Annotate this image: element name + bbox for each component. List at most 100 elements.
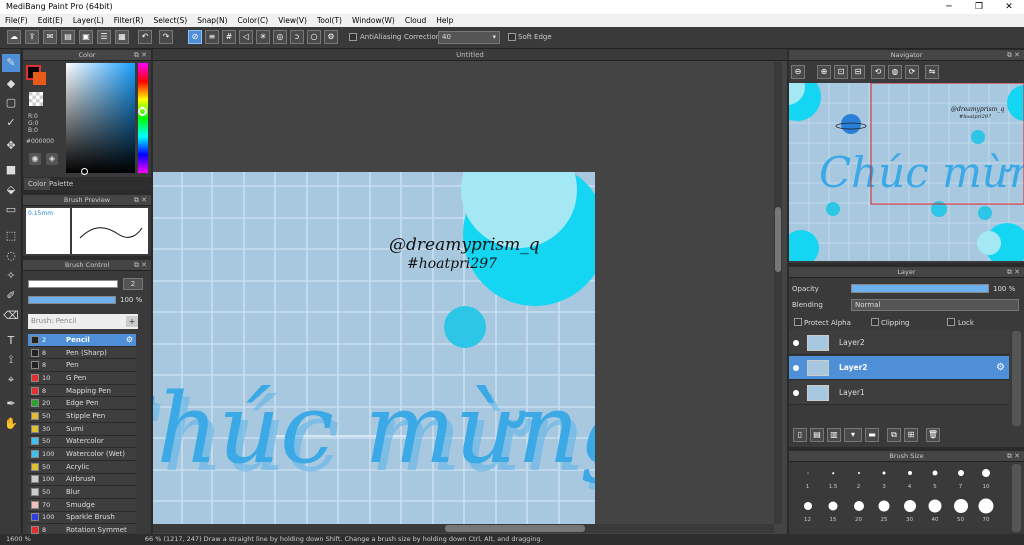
marquee-tool-icon[interactable]: ⬚: [2, 227, 20, 245]
panel-close-icon[interactable]: ⧉ ✕: [134, 50, 147, 61]
horizontal-scroll-thumb[interactable]: [445, 525, 585, 532]
eyedropper-icon[interactable]: ⌖: [2, 371, 20, 389]
snap-perspective-icon[interactable]: ◁: [239, 30, 253, 44]
menu-layer[interactable]: Layer(L): [68, 14, 109, 27]
menu-color[interactable]: Color(C): [233, 14, 274, 27]
brush-size-option[interactable]: 30: [897, 497, 922, 524]
drawing-canvas[interactable]: @dreamyprism_q #hoatpri297 Chúc mừng Chú…: [153, 172, 595, 524]
merge-layer-icon[interactable]: ⊞: [904, 428, 918, 442]
menu-select[interactable]: Select(S): [148, 14, 192, 27]
brush-opacity-slider[interactable]: [28, 296, 116, 304]
brush-list-item[interactable]: 10 G Pen: [28, 372, 136, 385]
visibility-icon[interactable]: [793, 364, 799, 371]
hand-tool-icon[interactable]: ✋: [2, 415, 20, 433]
brush-size-option[interactable]: 20: [846, 497, 871, 524]
brush-list-item[interactable]: 8 Pen (Sharp): [28, 346, 136, 360]
cloud-icon[interactable]: ☁: [7, 30, 21, 44]
undo-icon[interactable]: ↶: [138, 30, 152, 44]
brush-list-item[interactable]: 8 Pen: [28, 359, 136, 373]
menu-help[interactable]: Help: [431, 14, 458, 27]
layer-settings-icon[interactable]: ⚙: [996, 362, 1005, 373]
zoom-in-icon[interactable]: ⊕: [817, 65, 831, 79]
horizontal-scrollbar[interactable]: [153, 524, 774, 533]
tab-palette[interactable]: Palette: [45, 178, 77, 190]
brush-size-input[interactable]: 2: [123, 278, 143, 290]
rotate-left-icon[interactable]: ⟲: [871, 65, 885, 79]
brush-list-item[interactable]: 50 Acrylic: [28, 460, 136, 474]
vertical-scrollbar[interactable]: [774, 62, 782, 524]
layer-row[interactable]: Layer1: [789, 381, 1009, 405]
brush-size-option[interactable]: 50: [948, 497, 973, 524]
grid-icon[interactable]: ▦: [115, 30, 129, 44]
brush-list-item[interactable]: 50 Blur: [28, 486, 136, 499]
select-pen-icon[interactable]: ✐: [2, 287, 20, 305]
new-halftone-layer-icon[interactable]: ▤: [810, 428, 824, 442]
fill-shape-icon[interactable]: ■: [2, 161, 20, 179]
snap-off-icon[interactable]: ⊘: [188, 30, 202, 44]
snap-circle-icon[interactable]: ◎: [273, 30, 287, 44]
color-wheel-icon[interactable]: ◉: [29, 153, 41, 165]
brush-list-item[interactable]: 30 Sumi: [28, 422, 136, 436]
brush-list-item[interactable]: 50 Stipple Pen: [28, 410, 136, 423]
zoom-out-icon[interactable]: ⊖: [791, 65, 805, 79]
list-icon[interactable]: ☰: [97, 30, 111, 44]
brush-list-item[interactable]: 8 Rotation Symmet: [28, 524, 136, 534]
layer-row[interactable]: Layer2: [789, 331, 1009, 355]
menu-view[interactable]: View(V): [273, 14, 312, 27]
new-layer-icon[interactable]: ▯: [793, 428, 807, 442]
visibility-icon[interactable]: [793, 389, 799, 396]
brush-size-option[interactable]: 25: [872, 497, 897, 524]
navigator-thumbnail[interactable]: @dreamyprism_q #hoatpri297 Chúc mừng: [789, 83, 1024, 261]
brush-settings-icon[interactable]: ⚙: [126, 335, 133, 344]
select-eraser-icon[interactable]: ⌫: [2, 307, 20, 325]
brush-size-option[interactable]: 3: [872, 464, 897, 491]
eraser-tool-icon[interactable]: ◆: [2, 75, 20, 93]
snap-curve-icon[interactable]: ↄ: [290, 30, 304, 44]
dot-tool-icon[interactable]: ▢: [2, 94, 20, 112]
menu-cloud[interactable]: Cloud: [400, 14, 431, 27]
snap-settings-icon[interactable]: ⚙: [324, 30, 338, 44]
flip-icon[interactable]: ⇋: [925, 65, 939, 79]
brush-tool-icon[interactable]: ✎: [2, 54, 20, 72]
gradient-tool-icon[interactable]: ▭: [2, 201, 20, 219]
snap-grid-icon[interactable]: #: [222, 30, 236, 44]
protect-alpha-checkbox[interactable]: [794, 318, 802, 326]
brush-size-option[interactable]: 12: [795, 497, 820, 524]
layer-row[interactable]: Layer2 ⚙: [789, 356, 1009, 380]
add-brush-icon[interactable]: +: [126, 316, 138, 327]
brush-list-item[interactable]: 100 Watercolor (Wet): [28, 448, 136, 461]
vertical-scroll-thumb[interactable]: [775, 207, 781, 272]
brush-name-field[interactable]: Brush: Pencil: [28, 314, 138, 329]
layer-opacity-slider[interactable]: [851, 284, 989, 293]
maximize-button[interactable]: ❐: [964, 0, 994, 14]
text-tool-icon[interactable]: T: [2, 332, 20, 350]
new-8bit-layer-icon[interactable]: ▥: [827, 428, 841, 442]
brush-size-option[interactable]: 40: [923, 497, 948, 524]
layers-icon[interactable]: ▤: [61, 30, 75, 44]
visibility-icon[interactable]: [793, 339, 799, 346]
brush-size-option[interactable]: 10: [974, 464, 999, 491]
redo-icon[interactable]: ↷: [159, 30, 173, 44]
brush-size-option[interactable]: 1: [795, 464, 820, 491]
menu-filter[interactable]: Filter(R): [109, 14, 149, 27]
zoom-minus-icon[interactable]: ⊟: [851, 65, 865, 79]
soft-edge-checkbox[interactable]: [508, 33, 516, 41]
secondary-color-swatch[interactable]: [33, 72, 46, 85]
divide-tool-icon[interactable]: ⟟: [2, 351, 20, 369]
rotate-reset-icon[interactable]: ◍: [888, 65, 902, 79]
lock-checkbox[interactable]: [947, 318, 955, 326]
delete-layer-icon[interactable]: 🗑: [926, 428, 940, 442]
panel-close-icon[interactable]: ⧉ ✕: [134, 260, 147, 271]
document-tab[interactable]: Untitled: [153, 49, 787, 61]
color-cursor[interactable]: [81, 168, 88, 175]
brush-size-option[interactable]: 70: [974, 497, 999, 524]
chat-icon[interactable]: ✉: [43, 30, 57, 44]
move-tool-icon[interactable]: ✥: [2, 137, 20, 155]
brush-list-item[interactable]: 20 Edge Pen: [28, 397, 136, 411]
hue-slider[interactable]: [138, 63, 148, 173]
menu-window[interactable]: Window(W): [347, 14, 400, 27]
clipping-checkbox[interactable]: [871, 318, 879, 326]
antialiasing-checkbox[interactable]: [349, 33, 357, 41]
menu-file[interactable]: File(F): [0, 14, 33, 27]
brush-size-option[interactable]: 7: [948, 464, 973, 491]
